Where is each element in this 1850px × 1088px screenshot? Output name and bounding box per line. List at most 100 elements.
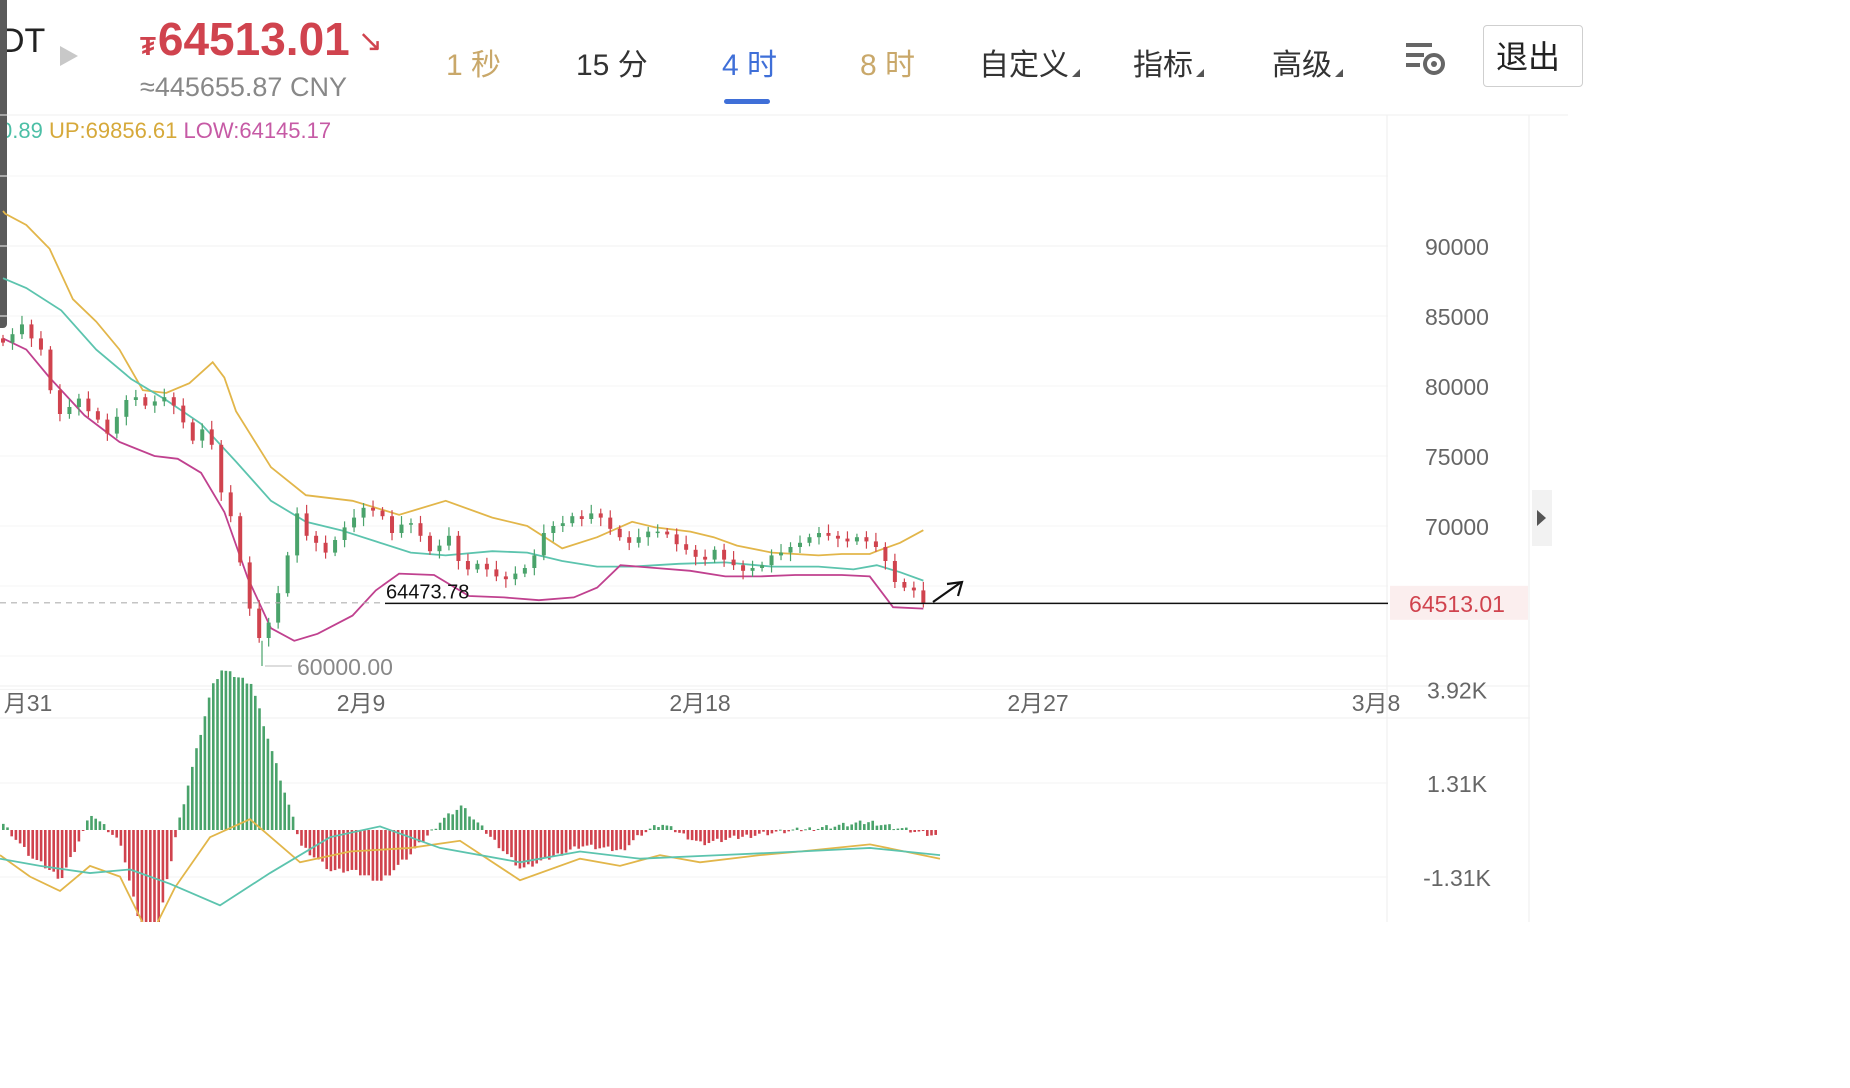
- macd-histogram-bar: [648, 828, 652, 830]
- candle: [627, 531, 632, 551]
- macd-histogram-bar: [422, 830, 425, 842]
- candle-body: [769, 555, 774, 566]
- macd-histogram-bar: [821, 827, 824, 830]
- macd-histogram-bar: [287, 804, 291, 830]
- candle: [646, 526, 651, 546]
- macd-histogram-bar: [682, 830, 685, 834]
- bollinger-middle-line: [2, 277, 924, 582]
- macd-histogram-bar: [371, 830, 375, 881]
- candle-body: [408, 523, 413, 525]
- macd-histogram-bar: [669, 826, 673, 830]
- macd-histogram-bar: [426, 830, 429, 836]
- price-chart[interactable]: 60000.00 64473.78 64513.01 90000 85000 80000…: [0, 0, 1568, 922]
- candle-body: [399, 524, 404, 533]
- macd-histogram-bar: [342, 830, 345, 873]
- candle-body: [152, 401, 157, 406]
- candle: [674, 528, 679, 552]
- candle: [143, 393, 148, 410]
- macd-histogram-bar: [191, 766, 194, 830]
- bollinger-bands: [2, 210, 924, 642]
- candle-body: [921, 590, 926, 603]
- macd-histogram-bar: [438, 822, 442, 830]
- macd-histogram-bar: [800, 830, 803, 832]
- macd-histogram-bar: [829, 828, 832, 830]
- candle-body: [835, 535, 840, 539]
- macd-histogram-bar: [392, 830, 396, 871]
- candle-body: [503, 576, 508, 580]
- candle-body: [48, 349, 53, 391]
- candle-body: [38, 338, 43, 350]
- macd-histogram-bar: [140, 830, 144, 922]
- candle: [551, 521, 556, 542]
- macd-histogram-bar: [111, 830, 114, 835]
- macd-histogram-bar: [514, 830, 517, 866]
- macd-histogram-bar: [354, 830, 358, 870]
- candle: [911, 581, 916, 598]
- candle-body: [541, 533, 546, 556]
- macd-histogram-bar: [846, 826, 849, 830]
- x-tick-label: 2月27: [1007, 690, 1068, 716]
- macd-histogram-bar: [564, 830, 568, 853]
- macd-histogram-bar: [707, 830, 711, 844]
- candle-body: [845, 538, 850, 542]
- candle: [285, 551, 290, 597]
- y-tick-label: 85000: [1425, 304, 1489, 330]
- macd-histogram-bar: [443, 817, 446, 830]
- candle-body: [741, 565, 746, 571]
- macd-y-tick-label: -1.31K: [1423, 865, 1491, 891]
- macd-histogram-bar: [787, 830, 790, 832]
- candle: [693, 545, 698, 566]
- candle: [816, 526, 821, 545]
- candle: [390, 510, 395, 541]
- macd-histogram-bar: [23, 830, 26, 847]
- macd-histogram-bar: [86, 820, 89, 830]
- macd-histogram-bar: [753, 830, 757, 836]
- macd-histogram-bar: [854, 822, 858, 830]
- macd-histogram-bar: [879, 825, 883, 830]
- candle-body: [371, 507, 376, 511]
- macd-histogram-bar: [279, 780, 282, 830]
- candle: [522, 564, 527, 578]
- macd-histogram-bar: [270, 751, 274, 830]
- candle-body: [238, 516, 243, 563]
- macd-histogram-bar: [636, 830, 639, 836]
- macd-histogram-bar: [27, 830, 30, 856]
- candle-body: [551, 526, 556, 533]
- candle-body: [560, 523, 565, 526]
- macd-histogram-bar: [312, 830, 316, 858]
- macd-histogram-bar: [384, 830, 387, 876]
- macd-histogram-bar: [804, 829, 807, 831]
- macd-histogram-bar: [480, 825, 484, 830]
- candle-body: [143, 397, 148, 406]
- macd-histogram-bar: [157, 830, 160, 922]
- candle: [684, 535, 689, 555]
- macd-histogram-bar: [489, 830, 492, 837]
- macd-histogram-bar: [199, 734, 202, 830]
- expand-panel-arrow-icon[interactable]: [1532, 490, 1552, 546]
- candle: [38, 331, 43, 356]
- candle-body: [342, 527, 347, 540]
- candle: [570, 512, 575, 527]
- candle-body: [513, 573, 518, 580]
- macd-histogram-bar: [359, 830, 362, 876]
- horizontal-line-label: 64473.78: [386, 581, 469, 603]
- x-tick-label: 月31: [4, 690, 53, 716]
- candle: [228, 485, 233, 523]
- macd-histogram-bar: [39, 830, 43, 862]
- macd-histogram-bar: [233, 677, 236, 830]
- macd-histogram-bar: [716, 830, 719, 839]
- macd-histogram-bar: [678, 830, 681, 833]
- candle-body: [285, 555, 290, 594]
- macd-histogram-bar: [367, 830, 370, 876]
- macd-histogram-bar: [657, 827, 660, 830]
- macd-histogram-bar: [94, 818, 97, 830]
- candle-body: [76, 398, 81, 407]
- macd-histogram-bar: [501, 830, 505, 852]
- macd-histogram-bar: [506, 830, 509, 855]
- candle-body: [209, 429, 214, 445]
- macd-histogram-bar: [569, 830, 572, 850]
- macd-histogram-bar: [115, 830, 118, 838]
- candle-body: [304, 513, 309, 536]
- candle: [864, 531, 869, 549]
- macd-histogram-bar: [363, 830, 366, 876]
